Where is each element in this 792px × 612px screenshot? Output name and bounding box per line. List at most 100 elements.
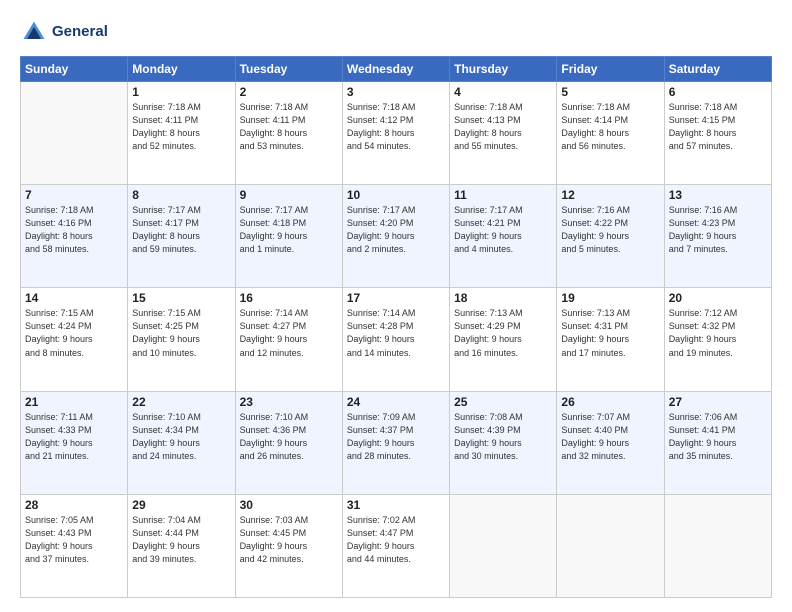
day-number: 28	[25, 498, 123, 512]
calendar-cell: 14 Sunrise: 7:15 AMSunset: 4:24 PMDayligh…	[21, 288, 128, 391]
day-info: Sunrise: 7:17 AMSunset: 4:17 PMDaylight:…	[132, 204, 230, 256]
day-number: 27	[669, 395, 767, 409]
calendar-cell: 7 Sunrise: 7:18 AMSunset: 4:16 PMDaylight…	[21, 185, 128, 288]
calendar-week-5: 28Sunrise: 7:05 AMSunset: 4:43 PMDayligh…	[21, 494, 772, 597]
calendar-cell	[557, 494, 664, 597]
day-number: 24	[347, 395, 445, 409]
page: General SundayMondayTuesdayWednesdayThur…	[0, 0, 792, 612]
calendar-week-1: 1 Sunrise: 7:18 AMSunset: 4:11 PMDaylight…	[21, 82, 772, 185]
day-info: Sunrise: 7:04 AMSunset: 4:44 PMDaylight:…	[132, 514, 230, 566]
day-info: Sunrise: 7:17 AMSunset: 4:20 PMDaylight:…	[347, 204, 445, 256]
day-info: Sunrise: 7:06 AMSunset: 4:41 PMDaylight:…	[669, 411, 767, 463]
calendar-cell: 25 Sunrise: 7:08 AMSunset: 4:39 PMDayligh…	[450, 391, 557, 494]
day-number: 14	[25, 291, 123, 305]
day-info: Sunrise: 7:18 AMSunset: 4:15 PMDaylight:…	[669, 101, 767, 153]
day-info: Sunrise: 7:10 AMSunset: 4:36 PMDaylight:…	[240, 411, 338, 463]
calendar-cell: 4 Sunrise: 7:18 AMSunset: 4:13 PMDaylight…	[450, 82, 557, 185]
day-number: 17	[347, 291, 445, 305]
calendar-cell: 1 Sunrise: 7:18 AMSunset: 4:11 PMDaylight…	[128, 82, 235, 185]
day-number: 6	[669, 85, 767, 99]
day-number: 13	[669, 188, 767, 202]
day-number: 18	[454, 291, 552, 305]
day-info: Sunrise: 7:15 AMSunset: 4:24 PMDaylight:…	[25, 307, 123, 359]
day-number: 7	[25, 188, 123, 202]
day-number: 20	[669, 291, 767, 305]
weekday-header-monday: Monday	[128, 57, 235, 82]
calendar-cell: 8 Sunrise: 7:17 AMSunset: 4:17 PMDaylight…	[128, 185, 235, 288]
day-info: Sunrise: 7:12 AMSunset: 4:32 PMDaylight:…	[669, 307, 767, 359]
day-info: Sunrise: 7:18 AMSunset: 4:13 PMDaylight:…	[454, 101, 552, 153]
day-info: Sunrise: 7:16 AMSunset: 4:22 PMDaylight:…	[561, 204, 659, 256]
day-info: Sunrise: 7:17 AMSunset: 4:21 PMDaylight:…	[454, 204, 552, 256]
day-number: 8	[132, 188, 230, 202]
day-info: Sunrise: 7:08 AMSunset: 4:39 PMDaylight:…	[454, 411, 552, 463]
day-number: 12	[561, 188, 659, 202]
calendar-cell: 26Sunrise: 7:07 AMSunset: 4:40 PMDayligh…	[557, 391, 664, 494]
day-number: 2	[240, 85, 338, 99]
calendar-cell: 15 Sunrise: 7:15 AMSunset: 4:25 PMDayligh…	[128, 288, 235, 391]
day-number: 11	[454, 188, 552, 202]
day-number: 25	[454, 395, 552, 409]
day-number: 19	[561, 291, 659, 305]
day-number: 21	[25, 395, 123, 409]
day-info: Sunrise: 7:14 AMSunset: 4:28 PMDaylight:…	[347, 307, 445, 359]
day-info: Sunrise: 7:18 AMSunset: 4:11 PMDaylight:…	[132, 101, 230, 153]
logo: General	[20, 18, 108, 46]
weekday-header-sunday: Sunday	[21, 57, 128, 82]
calendar-cell: 3 Sunrise: 7:18 AMSunset: 4:12 PMDaylight…	[342, 82, 449, 185]
calendar-cell: 22 Sunrise: 7:10 AMSunset: 4:34 PMDayligh…	[128, 391, 235, 494]
day-info: Sunrise: 7:13 AMSunset: 4:31 PMDaylight:…	[561, 307, 659, 359]
calendar-cell: 28Sunrise: 7:05 AMSunset: 4:43 PMDayligh…	[21, 494, 128, 597]
calendar-cell: 6 Sunrise: 7:18 AMSunset: 4:15 PMDaylight…	[664, 82, 771, 185]
day-number: 31	[347, 498, 445, 512]
day-number: 4	[454, 85, 552, 99]
calendar-cell	[450, 494, 557, 597]
day-info: Sunrise: 7:18 AMSunset: 4:12 PMDaylight:…	[347, 101, 445, 153]
calendar-week-3: 14 Sunrise: 7:15 AMSunset: 4:24 PMDayligh…	[21, 288, 772, 391]
day-info: Sunrise: 7:13 AMSunset: 4:29 PMDaylight:…	[454, 307, 552, 359]
calendar-cell: 17 Sunrise: 7:14 AMSunset: 4:28 PMDayligh…	[342, 288, 449, 391]
calendar-cell: 13Sunrise: 7:16 AMSunset: 4:23 PMDayligh…	[664, 185, 771, 288]
calendar-cell: 9 Sunrise: 7:17 AMSunset: 4:18 PMDaylight…	[235, 185, 342, 288]
logo-text: General	[52, 24, 108, 41]
day-info: Sunrise: 7:10 AMSunset: 4:34 PMDaylight:…	[132, 411, 230, 463]
calendar-cell: 30Sunrise: 7:03 AMSunset: 4:45 PMDayligh…	[235, 494, 342, 597]
day-number: 15	[132, 291, 230, 305]
day-info: Sunrise: 7:09 AMSunset: 4:37 PMDaylight:…	[347, 411, 445, 463]
weekday-header-saturday: Saturday	[664, 57, 771, 82]
day-info: Sunrise: 7:17 AMSunset: 4:18 PMDaylight:…	[240, 204, 338, 256]
logo-icon	[20, 18, 48, 46]
calendar-cell: 19 Sunrise: 7:13 AMSunset: 4:31 PMDayligh…	[557, 288, 664, 391]
day-info: Sunrise: 7:11 AMSunset: 4:33 PMDaylight:…	[25, 411, 123, 463]
day-number: 5	[561, 85, 659, 99]
day-number: 30	[240, 498, 338, 512]
day-number: 1	[132, 85, 230, 99]
day-number: 22	[132, 395, 230, 409]
day-info: Sunrise: 7:14 AMSunset: 4:27 PMDaylight:…	[240, 307, 338, 359]
calendar-cell	[21, 82, 128, 185]
day-number: 29	[132, 498, 230, 512]
calendar-cell: 27 Sunrise: 7:06 AMSunset: 4:41 PMDayligh…	[664, 391, 771, 494]
calendar-cell	[664, 494, 771, 597]
day-info: Sunrise: 7:18 AMSunset: 4:14 PMDaylight:…	[561, 101, 659, 153]
calendar-cell: 24 Sunrise: 7:09 AMSunset: 4:37 PMDayligh…	[342, 391, 449, 494]
header: General	[20, 18, 772, 46]
day-info: Sunrise: 7:18 AMSunset: 4:16 PMDaylight:…	[25, 204, 123, 256]
day-number: 26	[561, 395, 659, 409]
weekday-header-row: SundayMondayTuesdayWednesdayThursdayFrid…	[21, 57, 772, 82]
calendar-cell: 23Sunrise: 7:10 AMSunset: 4:36 PMDayligh…	[235, 391, 342, 494]
calendar-cell: 11 Sunrise: 7:17 AMSunset: 4:21 PMDayligh…	[450, 185, 557, 288]
calendar-cell: 10Sunrise: 7:17 AMSunset: 4:20 PMDayligh…	[342, 185, 449, 288]
calendar-cell: 5 Sunrise: 7:18 AMSunset: 4:14 PMDaylight…	[557, 82, 664, 185]
day-info: Sunrise: 7:15 AMSunset: 4:25 PMDaylight:…	[132, 307, 230, 359]
calendar-cell: 16Sunrise: 7:14 AMSunset: 4:27 PMDayligh…	[235, 288, 342, 391]
calendar-cell: 21 Sunrise: 7:11 AMSunset: 4:33 PMDayligh…	[21, 391, 128, 494]
calendar-cell: 18 Sunrise: 7:13 AMSunset: 4:29 PMDayligh…	[450, 288, 557, 391]
day-info: Sunrise: 7:18 AMSunset: 4:11 PMDaylight:…	[240, 101, 338, 153]
calendar-week-4: 21 Sunrise: 7:11 AMSunset: 4:33 PMDayligh…	[21, 391, 772, 494]
day-number: 3	[347, 85, 445, 99]
weekday-header-wednesday: Wednesday	[342, 57, 449, 82]
calendar-cell: 20 Sunrise: 7:12 AMSunset: 4:32 PMDayligh…	[664, 288, 771, 391]
calendar-week-2: 7 Sunrise: 7:18 AMSunset: 4:16 PMDaylight…	[21, 185, 772, 288]
day-number: 9	[240, 188, 338, 202]
